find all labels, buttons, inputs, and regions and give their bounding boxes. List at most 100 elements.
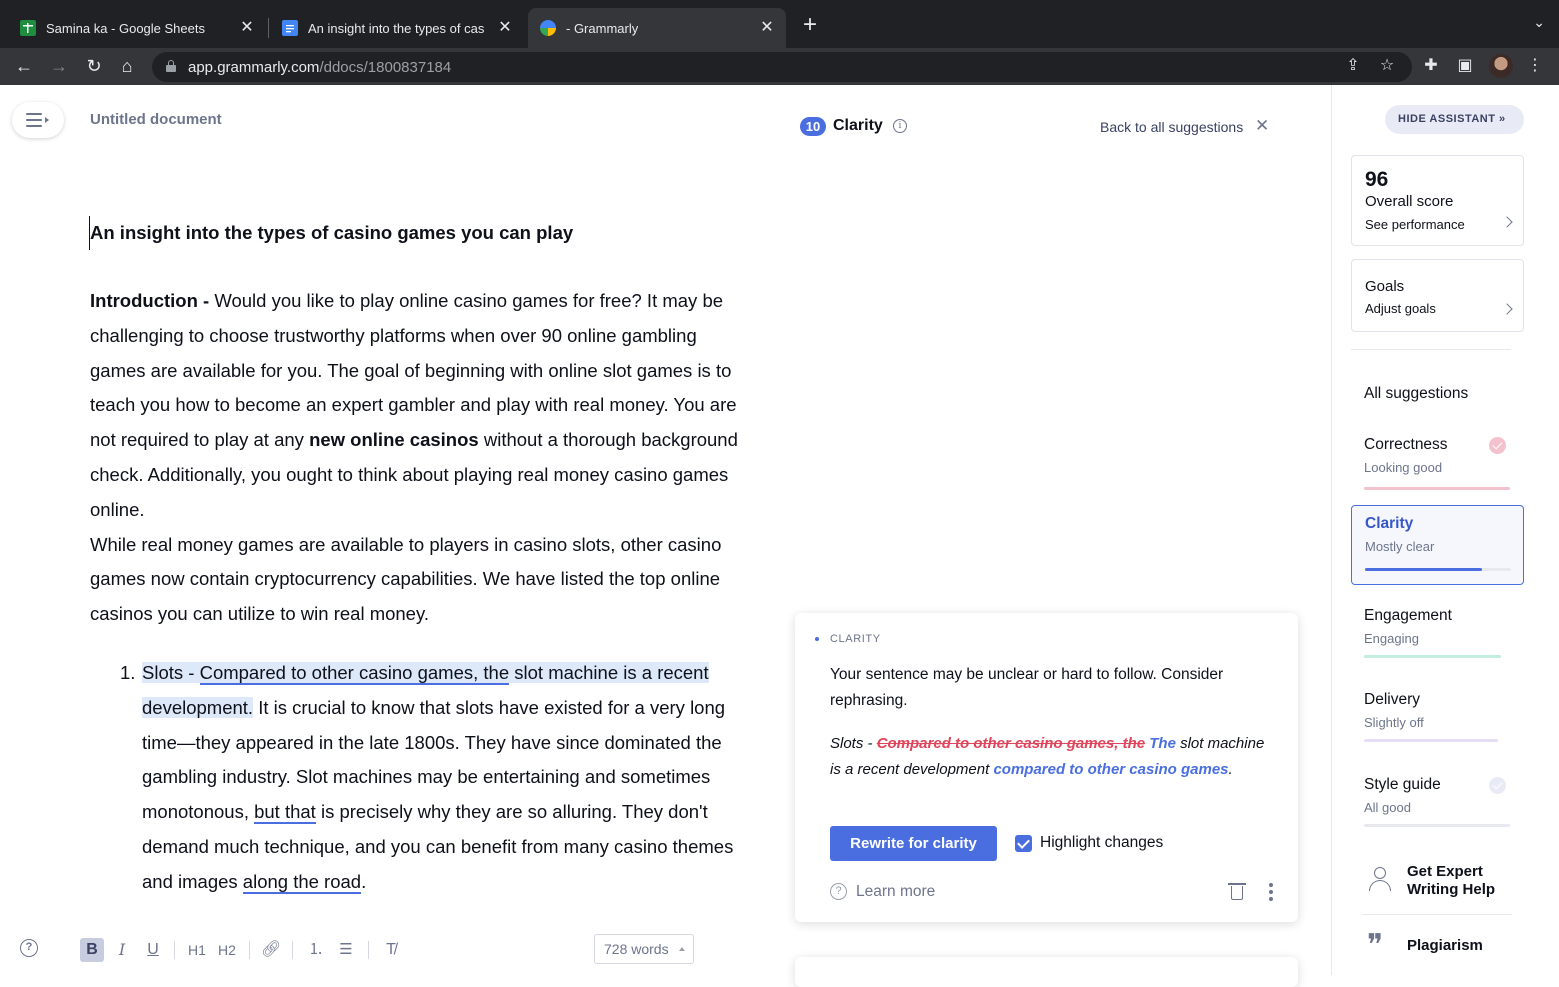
browser-tab-bar: Samina ka - Google Sheets ✕ An insight i…	[0, 0, 1559, 48]
get-expert-help-link[interactable]: Get Expert Writing Help	[1407, 863, 1527, 899]
home-icon[interactable]: ⌂	[115, 54, 139, 78]
profile-avatar[interactable]	[1489, 54, 1513, 78]
reload-icon[interactable]: ↻	[82, 54, 106, 78]
trash-icon[interactable]	[1228, 881, 1246, 901]
goals-label: Goals	[1365, 278, 1405, 295]
document-body[interactable]: An insight into the types of casino game…	[89, 216, 750, 900]
category-progress-bar	[1364, 655, 1501, 658]
url-text: app.grammarly.com/ddocs/1800837184	[188, 59, 452, 76]
double-chevron-right-icon: »	[1499, 113, 1506, 125]
category-progress-bar	[1364, 487, 1510, 490]
browser-toolbar: ← → ↻ ⌂ app.grammarly.com/ddocs/18008371…	[0, 48, 1559, 85]
paragraph-2: While real money games are available to …	[90, 533, 722, 625]
bookmark-star-icon[interactable]: ☆	[1376, 55, 1398, 77]
tab-search-icon[interactable]: ⌄	[1533, 14, 1545, 31]
overall-score-card[interactable]: 96 Overall score See performance	[1351, 155, 1524, 246]
heading2-button[interactable]: H2	[216, 938, 238, 962]
category-engagement[interactable]: Engagement Engaging	[1351, 598, 1524, 672]
document-menu-button[interactable]	[12, 102, 64, 138]
tab-google-sheets[interactable]: Samina ka - Google Sheets ✕	[8, 8, 266, 48]
expert-person-icon	[1366, 865, 1394, 893]
plagiarism-link[interactable]: Plagiarism	[1407, 937, 1483, 954]
more-vert-icon[interactable]: ⋮	[1524, 55, 1546, 77]
numbered-list-icon[interactable]: ⒈	[306, 938, 326, 962]
info-icon[interactable]: i	[893, 119, 907, 133]
underline-button[interactable]: U	[144, 938, 162, 962]
overall-score-label: Overall score	[1365, 193, 1454, 210]
word-count[interactable]: 728 words	[594, 934, 694, 964]
adjust-goals-link: Adjust goals	[1365, 301, 1436, 316]
italic-button[interactable]: I	[114, 938, 130, 962]
tab-google-docs[interactable]: An insight into the types of cas ✕	[270, 8, 524, 48]
category-correctness[interactable]: Correctness Looking good	[1351, 427, 1524, 501]
lock-icon	[166, 60, 176, 72]
divider	[1351, 349, 1511, 350]
document-title[interactable]: Untitled document	[90, 111, 222, 128]
card-message: Your sentence may be unclear or hard to …	[830, 666, 1224, 709]
category-clarity[interactable]: Clarity Mostly clear	[1351, 505, 1524, 585]
heading1-button[interactable]: H1	[186, 938, 208, 962]
category-name: Engagement	[1364, 607, 1452, 624]
category-dot	[815, 637, 819, 641]
tab-grammarly[interactable]: - Grammarly ✕	[528, 8, 786, 48]
category-delivery[interactable]: Delivery Slightly off	[1351, 682, 1524, 756]
caret-up-icon	[679, 947, 685, 951]
close-icon[interactable]: ✕	[238, 19, 256, 37]
category-name: Clarity	[1365, 515, 1414, 532]
extensions-puzzle-icon[interactable]: ✚	[1420, 55, 1442, 77]
hide-assistant-button[interactable]: HIDE ASSISTANT »	[1385, 105, 1524, 134]
category-status: Mostly clear	[1365, 539, 1435, 554]
check-circle-icon	[1489, 777, 1506, 794]
question-icon[interactable]: ?	[830, 883, 847, 900]
category-name: Delivery	[1364, 691, 1420, 708]
clear-format-icon[interactable]: T̸	[381, 938, 401, 962]
suggestion-card: CLARITY Your sentence may be unclear or …	[795, 613, 1298, 922]
rewrite-for-clarity-button[interactable]: Rewrite for clarity	[830, 826, 997, 861]
new-tab-button[interactable]: +	[798, 13, 822, 37]
document-heading: An insight into the types of casino game…	[89, 216, 750, 250]
category-name: Style guide	[1364, 776, 1441, 793]
divider	[1362, 914, 1512, 915]
close-icon[interactable]: ✕	[496, 19, 514, 37]
bold-button[interactable]: B	[80, 938, 104, 962]
card-category: CLARITY	[830, 633, 881, 645]
next-suggestion-card[interactable]	[795, 957, 1298, 987]
category-progress-bar	[1364, 739, 1498, 742]
highlight-changes-checkbox[interactable]	[1015, 835, 1032, 852]
tab-title: An insight into the types of cas	[308, 20, 485, 36]
check-circle-icon	[1489, 437, 1506, 454]
format-toolbar: B I U H1 H2 🔗︎ ⒈ ☰ T̸ 728 words	[0, 930, 760, 970]
intro-paragraph: Introduction - Would you like to play on…	[90, 290, 738, 520]
suggestion-category-title: Clarity	[833, 117, 883, 134]
back-arrow-icon[interactable]: ←	[12, 54, 36, 78]
google-docs-icon	[282, 20, 298, 36]
category-progress-bar	[1365, 568, 1511, 571]
category-status: Looking good	[1364, 460, 1443, 475]
underlined-issue[interactable]: but that	[254, 801, 316, 825]
grammarly-icon	[540, 20, 556, 36]
share-icon[interactable]: ⇪	[1342, 55, 1364, 77]
hamburger-icon	[26, 113, 42, 127]
link-icon[interactable]: 🔗︎	[261, 938, 281, 962]
close-icon[interactable]: ✕	[1255, 117, 1269, 135]
tab-divider	[268, 18, 269, 38]
back-to-suggestions-link[interactable]: Back to all suggestions	[1100, 119, 1243, 135]
close-icon[interactable]: ✕	[758, 19, 776, 37]
suggestion-count-badge: 10	[800, 117, 826, 136]
google-sheets-icon	[20, 20, 36, 36]
bulleted-list-icon[interactable]: ☰	[336, 938, 356, 962]
learn-more-link[interactable]: Learn more	[856, 883, 935, 901]
list-item: 1. Slots - Compared to other casino game…	[120, 661, 734, 894]
all-suggestions-link[interactable]: All suggestions	[1364, 385, 1468, 403]
underlined-issue[interactable]: along the road	[242, 870, 362, 894]
tab-title: - Grammarly	[566, 20, 639, 36]
side-panel-icon[interactable]: ▣	[1454, 55, 1476, 77]
category-progress-bar	[1364, 824, 1510, 827]
goals-card[interactable]: Goals Adjust goals	[1351, 259, 1524, 332]
highlight-changes-label[interactable]: Highlight changes	[1040, 834, 1163, 852]
address-bar[interactable]: app.grammarly.com/ddocs/1800837184	[152, 52, 1412, 82]
category-name: Correctness	[1364, 436, 1448, 453]
forward-arrow-icon[interactable]: →	[47, 54, 71, 78]
more-options-icon[interactable]	[1269, 883, 1273, 901]
category-style-guide[interactable]: Style guide All good	[1351, 767, 1524, 841]
